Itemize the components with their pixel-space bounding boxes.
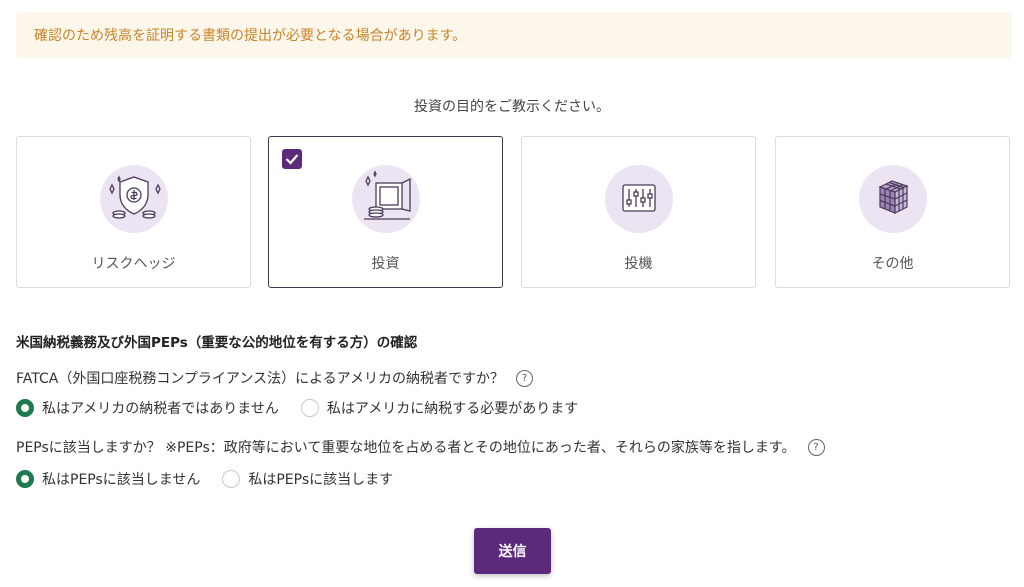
investment-purpose-title: 投資の目的をご教示ください。 [414, 99, 610, 115]
purpose-card-risk-hedge[interactable]: リスクヘッジ [16, 136, 251, 288]
radio-selected-icon[interactable] [16, 470, 34, 488]
help-icon[interactable]: ? [515, 369, 533, 387]
radio-unselected-icon[interactable] [222, 470, 241, 488]
purpose-card-investment[interactable]: 投資 [268, 136, 503, 288]
help-icon[interactable]: ? [807, 438, 825, 456]
purpose-label: リスクヘッジ [91, 256, 176, 272]
purpose-label: その他 [871, 256, 914, 272]
cube-icon [858, 165, 927, 233]
shield-coins-icon [99, 165, 168, 233]
radio-label: 私はPEPsに該当しません [42, 472, 201, 488]
peps-radio-group: 私はPEPsに該当しません 私はPEPsに該当します [16, 469, 415, 489]
purpose-label: 投機 [624, 256, 653, 272]
fatca-option-taxpayer[interactable]: 私はアメリカに納税する必要があります [300, 398, 579, 418]
fatca-radio-group: 私はアメリカの納税者ではありません 私はアメリカに納税する必要があります [16, 398, 600, 418]
radio-label: 私はアメリカに納税する必要があります [326, 401, 579, 417]
fatca-question: FATCA（外国口座税務コンプライアンス法）によるアメリカの納税者ですか？ ? [16, 368, 533, 388]
checkbox-checked-icon[interactable] [282, 149, 302, 169]
fatca-option-not-taxpayer[interactable]: 私はアメリカの納税者ではありません [16, 398, 279, 418]
notice-text: 確認のため残高を証明する書類の提出が必要となる場合があります。 [34, 28, 467, 44]
purpose-card-speculation[interactable]: 投機 [521, 136, 756, 288]
radio-unselected-icon[interactable] [300, 399, 319, 417]
peps-option-applicable[interactable]: 私はPEPsに該当します [222, 469, 393, 489]
balance-proof-notice: 確認のため残高を証明する書類の提出が必要となる場合があります。 [16, 12, 1012, 58]
purpose-card-other[interactable]: その他 [775, 136, 1010, 288]
peps-question: PEPsに該当しますか？ ※PEPs：政府等において重要な地位を占める者とその地… [16, 437, 825, 457]
peps-question-text: PEPsに該当しますか？ ※PEPs：政府等において重要な地位を占める者とその地… [16, 440, 796, 456]
radio-selected-icon[interactable] [16, 399, 34, 417]
submit-button[interactable]: 送信 [474, 528, 551, 574]
radio-label: 私はアメリカの納税者ではありません [42, 401, 279, 417]
sliders-icon [604, 165, 673, 233]
fatca-question-text: FATCA（外国口座税務コンプライアンス法）によるアメリカの納税者ですか？ [16, 371, 504, 387]
purpose-label: 投資 [371, 256, 400, 272]
peps-option-not-applicable[interactable]: 私はPEPsに該当しません [16, 469, 200, 489]
safe-coins-icon [351, 165, 420, 233]
radio-label: 私はPEPsに該当します [248, 472, 394, 488]
tax-peps-section-title: 米国納税義務及び外国PEPs（重要な公的地位を有する方）の確認 [16, 335, 418, 351]
